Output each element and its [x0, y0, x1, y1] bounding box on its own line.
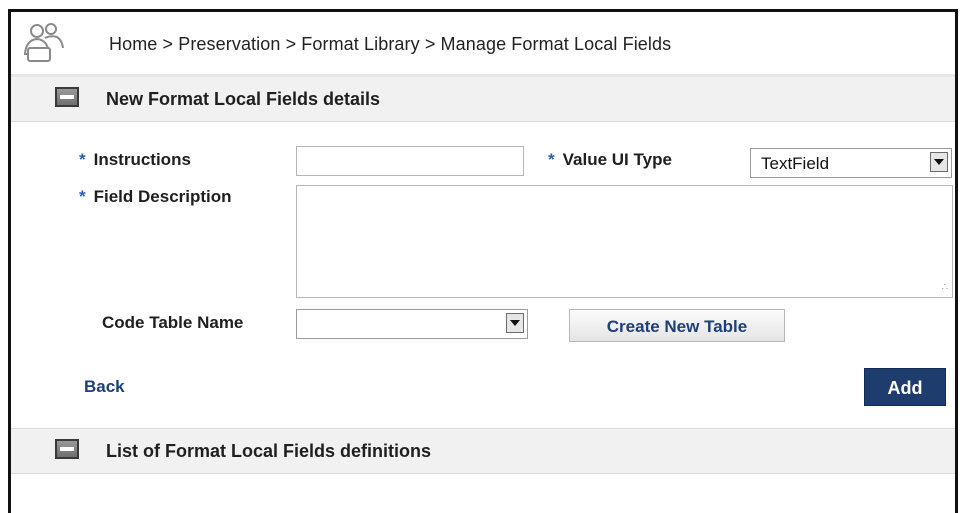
instructions-label: * Instructions [79, 150, 191, 169]
required-marker: * [79, 150, 86, 169]
required-marker: * [79, 187, 86, 206]
code-table-name-label: Code Table Name [102, 313, 244, 332]
collapse-icon[interactable] [55, 87, 79, 107]
value-ui-type-select[interactable]: TextField [750, 148, 952, 178]
new-section-title: New Format Local Fields details [106, 89, 381, 109]
code-table-name-select[interactable] [296, 309, 528, 339]
required-marker: * [548, 150, 555, 169]
new-section-header: New Format Local Fields details [11, 77, 955, 122]
value-ui-type-selected: TextField [761, 154, 830, 173]
value-ui-type-label: * Value UI Type [548, 150, 672, 169]
breadcrumb: Home > Preservation > Format Library > M… [109, 34, 672, 54]
instructions-input[interactable] [296, 146, 524, 176]
page-frame: Home > Preservation > Format Library > M… [8, 9, 958, 513]
resize-grip-icon[interactable]: ∴ [942, 282, 948, 293]
create-new-table-button[interactable]: Create New Table [569, 309, 785, 342]
collapse-icon[interactable] [55, 439, 79, 459]
chevron-down-icon[interactable] [930, 152, 948, 172]
back-link[interactable]: Back [84, 377, 125, 397]
list-section-header: List of Format Local Fields definitions [11, 428, 955, 474]
page-header: Home > Preservation > Format Library > M… [11, 12, 955, 77]
users-icon [23, 22, 69, 64]
field-description-label: * Field Description [79, 187, 232, 206]
field-description-textarea[interactable]: ∴ [296, 185, 953, 298]
chevron-down-icon[interactable] [506, 313, 524, 333]
list-section-title: List of Format Local Fields definitions [106, 441, 432, 461]
add-button[interactable]: Add [864, 368, 946, 406]
